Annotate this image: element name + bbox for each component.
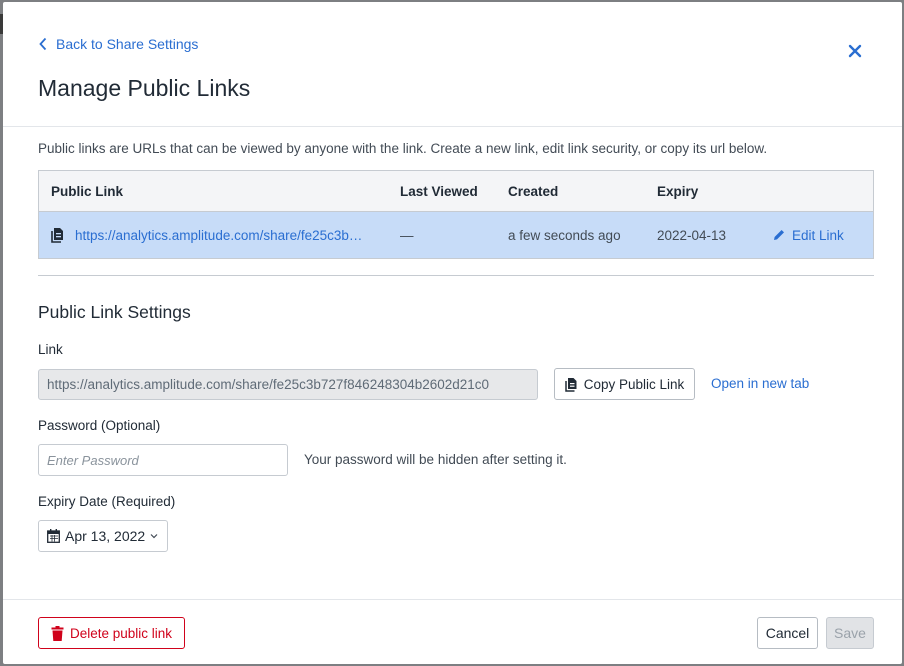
modal-description: Public links are URLs that can be viewed… <box>38 141 768 156</box>
section-title: Public Link Settings <box>38 302 191 322</box>
back-link-label: Back to Share Settings <box>56 36 199 52</box>
header-expiry: Expiry <box>657 183 699 199</box>
password-hint: Your password will be hidden after setti… <box>304 452 567 467</box>
cancel-button[interactable]: Cancel <box>757 617 818 649</box>
divider <box>3 599 902 600</box>
expiry-date-value: Apr 13, 2022 <box>65 528 146 544</box>
delete-button-label: Delete public link <box>69 625 173 641</box>
header-created: Created <box>508 183 559 199</box>
public-links-table: Public Link Last Viewed Created Expiry h… <box>38 170 874 259</box>
back-to-share-settings-link[interactable]: Back to Share Settings <box>38 36 198 52</box>
copy-document-icon <box>564 377 577 392</box>
link-label: Link <box>38 342 63 357</box>
copy-document-icon <box>51 228 63 243</box>
public-link-cell[interactable]: https://analytics.amplitude.com/share/fe… <box>51 227 362 243</box>
password-input[interactable] <box>38 444 288 476</box>
divider <box>3 126 902 127</box>
calendar-icon <box>47 529 60 543</box>
expiry-date-label: Expiry Date (Required) <box>38 494 176 509</box>
copy-public-link-button[interactable]: Copy Public Link <box>554 368 695 400</box>
expiry-date-picker[interactable]: Apr 13, 2022 <box>38 520 168 552</box>
modal-title: Manage Public Links <box>38 75 251 101</box>
last-viewed-value: — <box>400 227 414 243</box>
copy-button-label: Copy Public Link <box>583 376 685 392</box>
header-last-viewed: Last Viewed <box>400 183 478 199</box>
created-value: a few seconds ago <box>508 227 621 243</box>
delete-public-link-button[interactable]: Delete public link <box>38 617 185 649</box>
header-public-link: Public Link <box>51 183 124 199</box>
chevron-down-icon <box>150 534 158 539</box>
chevron-left-icon <box>39 37 47 51</box>
trash-icon <box>51 625 64 641</box>
edit-link-label: Edit Link <box>792 227 844 243</box>
public-link-field[interactable]: https://analytics.amplitude.com/share/fe… <box>38 369 538 400</box>
pencil-icon <box>774 230 784 240</box>
expiry-value: 2022-04-13 <box>657 227 727 243</box>
table-header: Public Link Last Viewed Created Expiry <box>39 171 873 212</box>
manage-public-links-modal: Back to Share Settings Manage Public Lin… <box>3 2 902 664</box>
close-icon[interactable] <box>846 42 864 60</box>
password-label: Password (Optional) <box>38 418 161 433</box>
table-row[interactable]: https://analytics.amplitude.com/share/fe… <box>39 212 873 258</box>
edit-link-button[interactable]: Edit Link <box>772 228 844 243</box>
public-link-url[interactable]: https://analytics.amplitude.com/share/fe… <box>75 228 362 243</box>
save-button[interactable]: Save <box>826 617 874 649</box>
open-in-new-tab-link[interactable]: Open in new tab <box>711 376 809 391</box>
divider <box>38 275 874 276</box>
